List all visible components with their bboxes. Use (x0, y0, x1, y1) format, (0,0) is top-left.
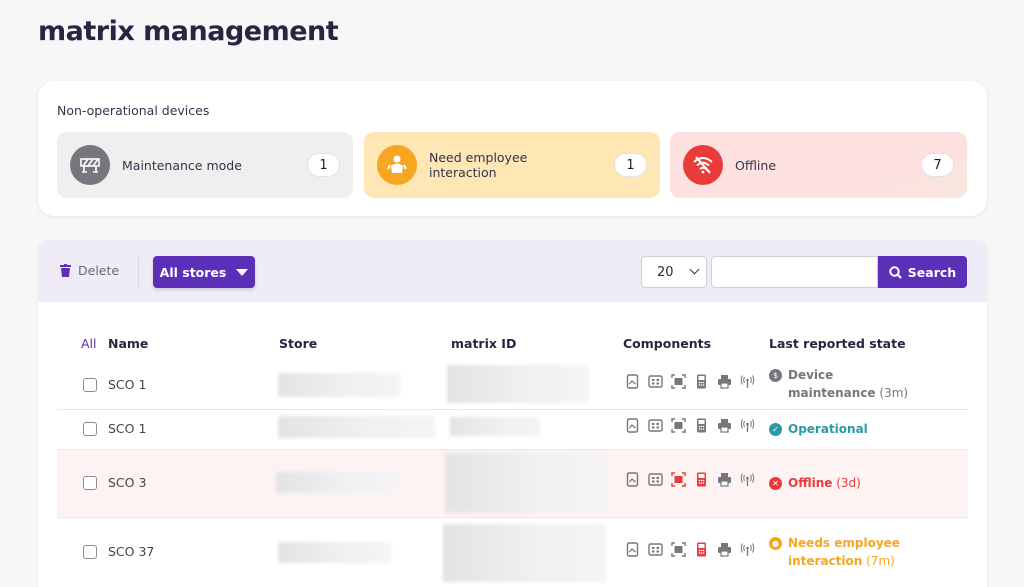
all-stores-label: All stores (159, 264, 227, 280)
tablet-icon (626, 472, 639, 487)
printer-icon (718, 473, 731, 487)
tablet-icon (626, 418, 639, 433)
trash-icon (60, 264, 71, 277)
matrix-id-redacted (445, 453, 605, 513)
row-name: SCO 3 (108, 475, 147, 490)
tablet-icon (626, 374, 639, 389)
printer-icon (718, 543, 731, 557)
wifi-off-icon (683, 145, 723, 185)
column-header-name[interactable]: Name (108, 336, 148, 351)
store-redacted (278, 542, 391, 563)
offline-count: 7 (921, 153, 954, 177)
antenna-icon (740, 473, 755, 486)
person-icon (377, 145, 417, 185)
barcode-scanner-icon (671, 542, 686, 557)
payment-terminal-icon (697, 472, 706, 487)
cash-drawer-icon (648, 473, 663, 486)
table-row[interactable]: SCO 37 ● Needs employee interaction (7m) (57, 518, 968, 587)
table-row[interactable]: SCO 3 ✕ Offline (3d) (57, 450, 968, 518)
need-employee-interaction-count: 1 (614, 153, 647, 177)
barcode-scanner-icon (671, 472, 686, 487)
page-size-select[interactable]: 20 (641, 256, 707, 288)
payment-terminal-icon (697, 374, 706, 389)
search-label: Search (907, 264, 957, 280)
select-all-link[interactable]: All (81, 336, 97, 351)
state-detail: (3m) (879, 386, 909, 400)
column-header-components: Components (623, 336, 712, 351)
column-header-store[interactable]: Store (279, 336, 317, 351)
offline-tile[interactable]: Offline 7 (670, 132, 967, 198)
row-name: SCO 1 (108, 377, 147, 392)
components-icons (625, 418, 755, 433)
delete-label: Delete (78, 263, 120, 278)
barcode-scanner-icon (671, 418, 686, 433)
table-row[interactable]: SCO 1 ✓ Operational (57, 410, 968, 450)
search-button[interactable]: Search (878, 256, 967, 288)
summary-title: Non-operational devices (57, 103, 210, 118)
store-redacted (278, 373, 400, 397)
cash-drawer-icon (648, 419, 663, 432)
payment-terminal-icon (697, 542, 706, 557)
row-name: SCO 1 (108, 421, 147, 436)
row-checkbox[interactable] (83, 476, 97, 490)
printer-icon (718, 375, 731, 389)
check-circle-icon: ✓ (769, 423, 782, 436)
cash-drawer-icon (648, 543, 663, 556)
tablet-icon (626, 542, 639, 557)
components-icons (625, 542, 755, 557)
matrix-id-redacted (443, 524, 606, 582)
non-operational-summary-card: Non-operational devices Maintenance mode… (38, 81, 987, 216)
store-redacted (278, 416, 435, 438)
last-reported-state: ✕ Offline (3d) (769, 474, 909, 492)
last-reported-state: $ Device maintenance (3m) (769, 366, 909, 402)
state-detail: (3d) (836, 476, 861, 490)
last-reported-state: ● Needs employee interaction (7m) (769, 534, 909, 570)
need-employee-interaction-label: Need employee interaction (429, 150, 528, 180)
row-name: SCO 37 (108, 544, 155, 559)
maintenance-mode-count: 1 (307, 153, 340, 177)
antenna-icon (740, 543, 755, 556)
barcode-scanner-icon (671, 374, 686, 389)
devices-table-panel: Delete All stores 20 Search All Name Sto… (38, 240, 987, 587)
antenna-icon (740, 375, 755, 388)
components-icons (625, 374, 755, 389)
page-size-value: 20 (657, 264, 674, 280)
matrix-id-redacted (450, 417, 540, 436)
state-label: Operational (788, 422, 868, 436)
maintenance-mode-tile[interactable]: Maintenance mode 1 (57, 132, 353, 198)
row-checkbox[interactable] (83, 422, 97, 436)
wifi-off-icon: ✕ (769, 477, 782, 490)
column-header-matrix-id[interactable]: matrix ID (451, 336, 516, 351)
state-label: Device maintenance (788, 368, 876, 400)
payment-terminal-icon (697, 418, 706, 433)
caret-down-icon (236, 268, 249, 276)
store-redacted (276, 472, 396, 493)
row-checkbox[interactable] (83, 545, 97, 559)
table-toolbar: Delete All stores 20 Search (38, 240, 987, 302)
search-input[interactable] (711, 256, 878, 288)
search-icon (889, 265, 902, 279)
state-label: Offline (788, 476, 833, 490)
hand-icon: ● (769, 537, 782, 550)
last-reported-state: ✓ Operational (769, 420, 909, 438)
offline-label: Offline (735, 157, 777, 173)
table-row[interactable]: SCO 1 $ Device maintenance (3m) (57, 361, 968, 410)
cash-drawer-icon (648, 375, 663, 388)
row-checkbox[interactable] (83, 378, 97, 392)
printer-icon (718, 419, 731, 433)
chevron-down-icon (689, 264, 700, 275)
all-stores-dropdown[interactable]: All stores (153, 256, 255, 288)
toolbar-divider (138, 257, 139, 287)
wrench-icon: $ (769, 369, 782, 382)
need-employee-interaction-tile[interactable]: Need employee interaction 1 (364, 132, 660, 198)
components-icons (625, 472, 755, 487)
delete-button[interactable]: Delete (60, 263, 119, 278)
page-title: matrix management (38, 16, 339, 47)
antenna-icon (740, 419, 755, 432)
barrier-icon (70, 145, 110, 185)
column-header-last-reported-state[interactable]: Last reported state (769, 336, 906, 351)
matrix-id-redacted (447, 365, 589, 403)
state-detail: (7m) (866, 554, 895, 568)
maintenance-mode-label: Maintenance mode (122, 157, 242, 173)
